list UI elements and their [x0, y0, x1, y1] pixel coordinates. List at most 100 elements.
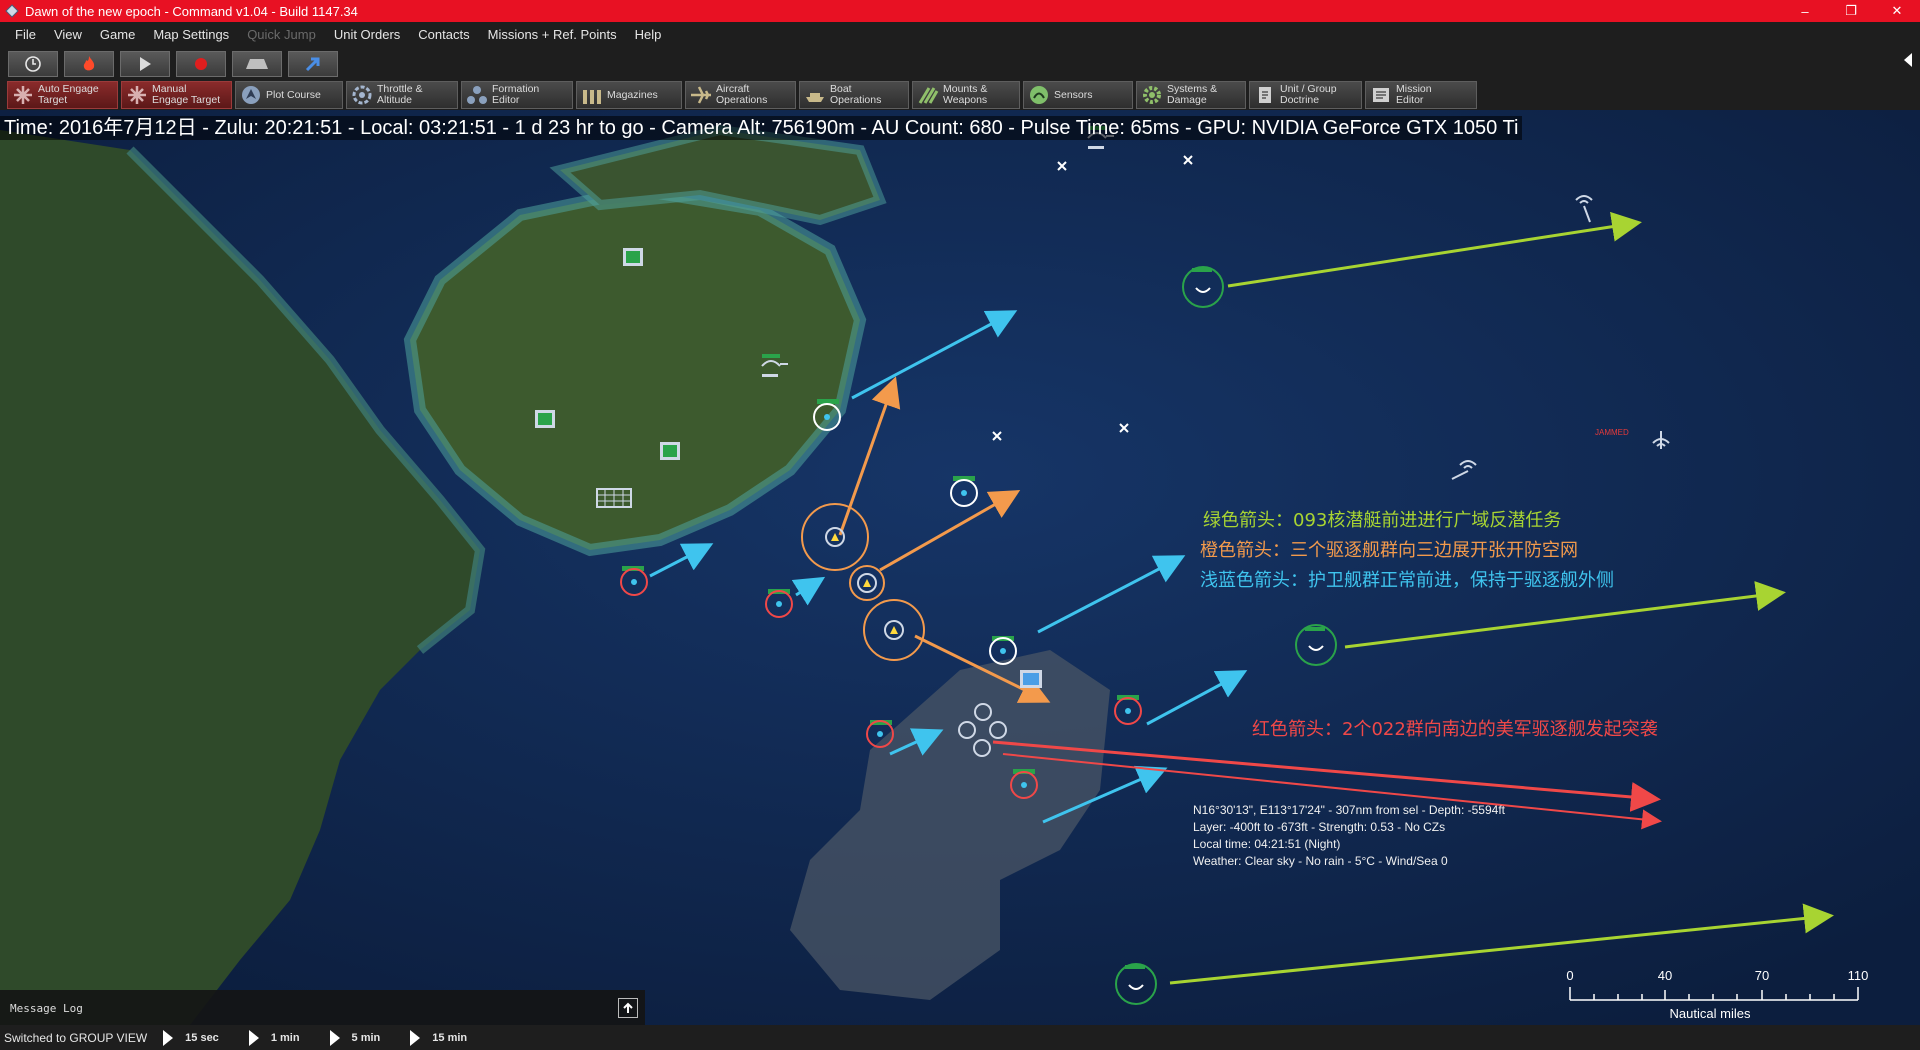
- menu-help[interactable]: Help: [626, 22, 671, 48]
- play-button[interactable]: [120, 51, 170, 77]
- speed-1-min-button[interactable]: 1 min: [248, 1029, 300, 1046]
- toolbar-label: Doctrine: [1280, 94, 1320, 106]
- play-icon: [163, 1029, 174, 1046]
- command-toolbar: Auto Engage Target Manual Engage Target Pl…: [0, 80, 1920, 110]
- boat-icon: [804, 84, 826, 106]
- clock-button[interactable]: [8, 51, 58, 77]
- panel-toggle-button[interactable]: [1896, 40, 1920, 80]
- arrow-up-right-icon: [305, 57, 320, 72]
- speed-label: 15 sec: [185, 1031, 219, 1044]
- aircraft-icon: [690, 84, 712, 106]
- status-bar: Switched to GROUP VIEW 15 sec 1 min 5 mi…: [0, 1025, 1920, 1050]
- annotation-green: 绿色箭头：093核潜艇前进进行广域反潜任务: [1203, 510, 1562, 531]
- ship-icon: [246, 59, 268, 69]
- info-line: N16°30'13", E113°17'24" - 307nm from sel…: [1193, 803, 1505, 817]
- flame-icon: [83, 56, 95, 71]
- toolbar-label: Operations: [716, 94, 768, 106]
- toolbar-label: Damage: [1167, 94, 1207, 106]
- play-icon: [410, 1029, 421, 1046]
- speed-label: 1 min: [270, 1031, 300, 1044]
- airbase-symbol[interactable]: [535, 410, 555, 428]
- chevron-left-icon: [1904, 53, 1912, 67]
- systems-damage-button[interactable]: Systems & Damage: [1136, 81, 1246, 109]
- manual-engage-icon: [126, 84, 148, 106]
- mounts-weapons-button[interactable]: Mounts & Weapons: [912, 81, 1020, 109]
- sensors-icon: [1028, 84, 1050, 106]
- cursor-info-box: N16°30'13", E113°17'24" - 307nm from sel…: [1193, 802, 1505, 870]
- message-log-popout-button[interactable]: [618, 998, 638, 1018]
- info-line: Layer: -400ft to -673ft - Strength: 0.53…: [1193, 820, 1446, 834]
- formation-icon: [466, 84, 488, 106]
- status-readout: Time: 2016年7月12日 - Zulu: 20:21:51 - Loca…: [0, 116, 1523, 140]
- airbase-symbol[interactable]: [660, 442, 680, 460]
- record-icon: [195, 58, 207, 70]
- speed-label: 5 min: [351, 1031, 381, 1044]
- annotation-cyan: 浅蓝色箭头：护卫舰群正常前进，保持于驱逐舰外侧: [1200, 570, 1614, 591]
- throttle-altitude-button[interactable]: Throttle & Altitude: [346, 81, 458, 109]
- plot-course-icon: [240, 84, 262, 106]
- menu-map-settings[interactable]: Map Settings: [144, 22, 238, 48]
- doctrine-icon: [1254, 84, 1276, 106]
- toolbar-label: Altitude: [377, 94, 413, 106]
- mission-editor-button[interactable]: Mission Editor: [1365, 81, 1477, 109]
- play-icon: [248, 1029, 259, 1046]
- toolbar-label: Sensors: [1054, 88, 1093, 101]
- menu-bar: File View Game Map Settings Quick Jump U…: [0, 22, 1920, 48]
- speed-label: 15 min: [432, 1031, 468, 1044]
- speed-15-sec-button[interactable]: 15 sec: [163, 1029, 219, 1046]
- annotation-orange: 橙色箭头：三个驱逐舰群向三边展开张开防空网: [1200, 540, 1578, 561]
- sensors-button[interactable]: Sensors: [1023, 81, 1133, 109]
- scale-label: 70: [1754, 968, 1770, 983]
- menu-unit-orders[interactable]: Unit Orders: [325, 22, 409, 48]
- airbase-symbol[interactable]: [1020, 670, 1042, 688]
- speed-15-min-button[interactable]: 15 min: [410, 1029, 468, 1046]
- menu-missions-ref-points[interactable]: Missions + Ref. Points: [479, 22, 626, 48]
- menu-quick-jump: Quick Jump: [247, 27, 316, 42]
- time-control-bar: [0, 48, 1920, 80]
- magazines-button[interactable]: Magazines: [576, 81, 682, 109]
- magazines-icon: [581, 84, 603, 106]
- weapons-icon: [917, 84, 939, 106]
- map-canvas[interactable]: [0, 110, 1920, 1025]
- info-line: Weather: Clear sky - No rain - 5°C - Win…: [1193, 854, 1448, 868]
- close-button[interactable]: ✕: [1874, 0, 1920, 22]
- minimize-button[interactable]: –: [1782, 0, 1828, 22]
- toolbar-label: Operations: [830, 94, 882, 106]
- auto-engage-target-button[interactable]: Auto Engage Target: [7, 81, 118, 109]
- fire-button[interactable]: [64, 51, 114, 77]
- speed-5-min-button[interactable]: 5 min: [329, 1029, 381, 1046]
- message-log-title: Message Log: [10, 1002, 83, 1015]
- jammed-label: JAMMED: [1595, 428, 1629, 437]
- menu-contacts[interactable]: Contacts: [409, 22, 478, 48]
- scale-label: 0: [1566, 968, 1574, 983]
- scale-label: 40: [1657, 968, 1673, 983]
- toolbar-label: Editor: [1396, 94, 1424, 106]
- clock-icon: [25, 56, 41, 72]
- menu-view[interactable]: View: [45, 22, 91, 48]
- menu-file[interactable]: File: [6, 22, 45, 48]
- toolbar-label: Editor: [492, 94, 520, 106]
- menu-game[interactable]: Game: [91, 22, 144, 48]
- unit-group-doctrine-button[interactable]: Unit / Group Doctrine: [1249, 81, 1362, 109]
- status-message: Switched to GROUP VIEW: [4, 1030, 148, 1045]
- title-bar: Dawn of the new epoch - Command v1.04 - …: [0, 0, 1920, 22]
- scale-unit: Nautical miles: [1669, 1006, 1751, 1021]
- aircraft-operations-button[interactable]: Aircraft Operations: [685, 81, 796, 109]
- boat-operations-button[interactable]: Boat Operations: [799, 81, 909, 109]
- app-icon: [5, 4, 19, 18]
- annotation-red: 红色箭头：2个022群向南边的美军驱逐舰发起突袭: [1252, 719, 1658, 740]
- ship-view-button[interactable]: [232, 51, 282, 77]
- message-log-panel[interactable]: Message Log: [0, 990, 645, 1025]
- throttle-icon: [351, 84, 373, 106]
- manual-engage-target-button[interactable]: Manual Engage Target: [121, 81, 232, 109]
- toolbar-label: Engage Target: [152, 94, 221, 106]
- record-button[interactable]: [176, 51, 226, 77]
- jump-button[interactable]: [288, 51, 338, 77]
- toolbar-label: Plot Course: [266, 88, 321, 101]
- map-view[interactable]: Time: 2016年7月12日 - Zulu: 20:21:51 - Loca…: [0, 110, 1920, 1025]
- restore-button[interactable]: ❐: [1828, 0, 1874, 22]
- auto-engage-icon: [12, 84, 34, 106]
- formation-editor-button[interactable]: Formation Editor: [461, 81, 573, 109]
- plot-course-button[interactable]: Plot Course: [235, 81, 343, 109]
- airbase-symbol[interactable]: [623, 248, 643, 266]
